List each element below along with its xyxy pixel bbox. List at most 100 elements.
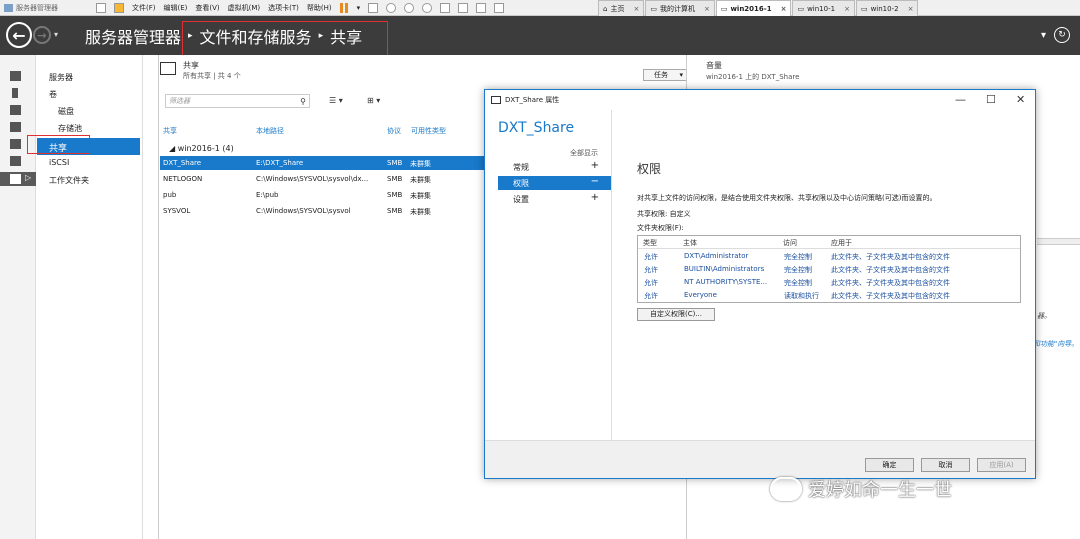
maximize-icon[interactable]: ☐ xyxy=(986,93,996,106)
filter-input[interactable]: 筛选器 ⚲ xyxy=(165,94,310,108)
menu-help[interactable]: 帮助(H) xyxy=(307,3,332,13)
expand-plus-icon[interactable]: + xyxy=(591,192,599,203)
pin-icon[interactable] xyxy=(96,2,106,13)
perm-cell-access[interactable]: 读取和执行 xyxy=(784,291,819,301)
tab-home[interactable]: ⌂ 主页 × xyxy=(598,0,645,16)
perm-cell-principal[interactable]: Everyone xyxy=(684,291,717,299)
close-icon[interactable]: × xyxy=(781,5,787,13)
perm-cell-access[interactable]: 完全控制 xyxy=(784,278,812,288)
cancel-button[interactable]: 取消 xyxy=(921,458,970,472)
menu-view[interactable]: 查看(V) xyxy=(195,3,219,13)
perm-column-access[interactable]: 访问 xyxy=(783,238,797,248)
menu-tabs[interactable]: 选项卡(T) xyxy=(268,3,299,13)
nav-work-folders[interactable]: 工作文件夹 xyxy=(49,175,89,186)
perm-cell-type[interactable]: 允许 xyxy=(644,291,658,301)
close-icon[interactable]: × xyxy=(844,5,850,13)
perm-cell-principal[interactable]: BUILTIN\Administrators xyxy=(684,265,764,273)
tab-win10-2[interactable]: ▭ win10-2 × xyxy=(855,0,919,16)
nav-disks[interactable]: 磁盘 xyxy=(58,106,74,117)
breadcrumb-server-manager[interactable]: 服务器管理器 xyxy=(85,24,181,48)
custom-permissions-button[interactable]: 自定义权限(C)... xyxy=(637,308,715,321)
sidebar-toggle-icon[interactable] xyxy=(440,2,451,13)
tab-win2016-1[interactable]: ▭ win2016-1 × xyxy=(715,0,792,16)
snapshot-manager-icon[interactable] xyxy=(422,2,433,13)
apply-button[interactable]: 应用(A) xyxy=(977,458,1026,472)
local-server-icon[interactable] xyxy=(12,88,18,98)
perm-cell-apply[interactable]: 此文件夹、子文件夹及其中包含的文件 xyxy=(831,252,950,262)
file-services-icon[interactable] xyxy=(10,156,21,166)
thumbnail-icon[interactable] xyxy=(458,2,469,13)
history-dropdown-icon[interactable]: ▾ xyxy=(54,30,58,39)
dashboard-icon[interactable] xyxy=(10,71,21,81)
minimize-icon[interactable]: — xyxy=(955,93,966,106)
close-icon[interactable]: ✕ xyxy=(1016,93,1025,106)
vmware-icon[interactable] xyxy=(114,2,124,13)
perm-cell-type[interactable]: 允许 xyxy=(644,278,658,288)
unity-icon[interactable] xyxy=(494,2,505,13)
column-share[interactable]: 共享 xyxy=(163,126,177,136)
send-keys-icon[interactable] xyxy=(368,2,379,13)
refresh-icon[interactable]: ↻ xyxy=(1054,27,1070,43)
tab-my-computer[interactable]: ▭ 我的计算机 × xyxy=(645,0,715,16)
search-icon[interactable]: ⚲ xyxy=(300,96,306,108)
menu-edit[interactable]: 编辑(E) xyxy=(164,3,188,13)
column-protocol[interactable]: 协议 xyxy=(387,126,401,136)
perm-cell-access[interactable]: 完全控制 xyxy=(784,265,812,275)
nav-iscsi[interactable]: iSCSI xyxy=(49,158,69,167)
table-row[interactable]: pub E:\pub SMB 未群集 xyxy=(160,188,486,202)
menu-vm[interactable]: 虚拟机(M) xyxy=(228,3,261,13)
all-servers-icon[interactable] xyxy=(10,105,21,115)
column-availability[interactable]: 可用性类型 xyxy=(411,126,446,136)
tab-win10-1[interactable]: ▭ win10-1 × xyxy=(792,0,855,16)
header-actions: ▾ ↻ xyxy=(1041,27,1070,43)
roles-features-link[interactable]: 和功能"向导。 xyxy=(1033,339,1078,349)
close-icon[interactable]: × xyxy=(633,5,639,13)
table-row[interactable]: SYSVOL C:\Windows\SYSVOL\sysvol SMB 未群集 xyxy=(160,204,486,218)
perm-column-apply[interactable]: 应用于 xyxy=(831,238,852,248)
close-icon[interactable]: × xyxy=(908,5,914,13)
server-group-row[interactable]: ◢ win2016-1 (4) xyxy=(169,144,234,153)
perm-column-type[interactable]: 类型 xyxy=(643,238,657,248)
save-query-icon[interactable]: ⊞ ▾ xyxy=(367,96,380,105)
close-icon[interactable]: × xyxy=(704,5,710,13)
perm-cell-apply[interactable]: 此文件夹、子文件夹及其中包含的文件 xyxy=(831,291,950,301)
pause-icon[interactable] xyxy=(339,2,349,13)
divider xyxy=(1037,238,1080,245)
table-row[interactable]: DXT_Share E:\DXT_Share SMB 未群集 xyxy=(160,156,486,170)
header-dropdown-icon[interactable]: ▾ xyxy=(1041,30,1046,41)
section-general[interactable]: 常规 + xyxy=(498,160,611,174)
expand-arrow-icon[interactable]: ▷ xyxy=(25,173,31,182)
forward-arrow-icon[interactable]: → xyxy=(33,26,51,44)
column-local-path[interactable]: 本地路径 xyxy=(256,126,284,136)
snapshot-icon[interactable] xyxy=(386,2,397,13)
perm-cell-principal[interactable]: NT AUTHORITY\SYSTE... xyxy=(684,278,767,286)
show-all-link[interactable]: 全部显示 xyxy=(570,148,598,158)
back-arrow-icon[interactable]: ← xyxy=(6,22,32,48)
perm-cell-type[interactable]: 允许 xyxy=(644,252,658,262)
tasks-button[interactable]: 任务 ▾ xyxy=(643,69,687,81)
collapse-triangle-icon[interactable]: ◢ xyxy=(169,144,175,153)
file-storage-icon[interactable] xyxy=(10,174,21,184)
section-permissions[interactable]: 权限 − xyxy=(498,176,611,190)
ad-ds-icon[interactable] xyxy=(10,122,21,132)
nav-storage-pools[interactable]: 存储池 xyxy=(58,123,82,134)
perm-column-principal[interactable]: 主体 xyxy=(683,238,697,248)
perm-cell-principal[interactable]: DXT\Administrator xyxy=(684,252,748,260)
pause-dropdown-icon[interactable]: ▾ xyxy=(357,4,361,12)
table-row[interactable]: NETLOGON C:\Windows\SYSVOL\sysvol\dx... … xyxy=(160,172,486,186)
collapse-minus-icon[interactable]: − xyxy=(591,176,599,187)
ok-button[interactable]: 确定 xyxy=(865,458,914,472)
perm-cell-apply[interactable]: 此文件夹、子文件夹及其中包含的文件 xyxy=(831,265,950,275)
list-options-icon[interactable]: ☰ ▾ xyxy=(329,96,343,105)
perm-cell-access[interactable]: 完全控制 xyxy=(784,252,812,262)
revert-snapshot-icon[interactable] xyxy=(404,2,415,13)
fullscreen-icon[interactable] xyxy=(476,2,487,13)
dns-icon[interactable] xyxy=(10,139,21,149)
menu-file[interactable]: 文件(F) xyxy=(132,3,156,13)
expand-plus-icon[interactable]: + xyxy=(591,160,599,171)
nav-volumes[interactable]: 卷 xyxy=(49,89,57,100)
perm-cell-type[interactable]: 允许 xyxy=(644,265,658,275)
nav-servers[interactable]: 服务器 xyxy=(49,72,73,83)
section-settings[interactable]: 设置 + xyxy=(498,192,611,206)
perm-cell-apply[interactable]: 此文件夹、子文件夹及其中包含的文件 xyxy=(831,278,950,288)
